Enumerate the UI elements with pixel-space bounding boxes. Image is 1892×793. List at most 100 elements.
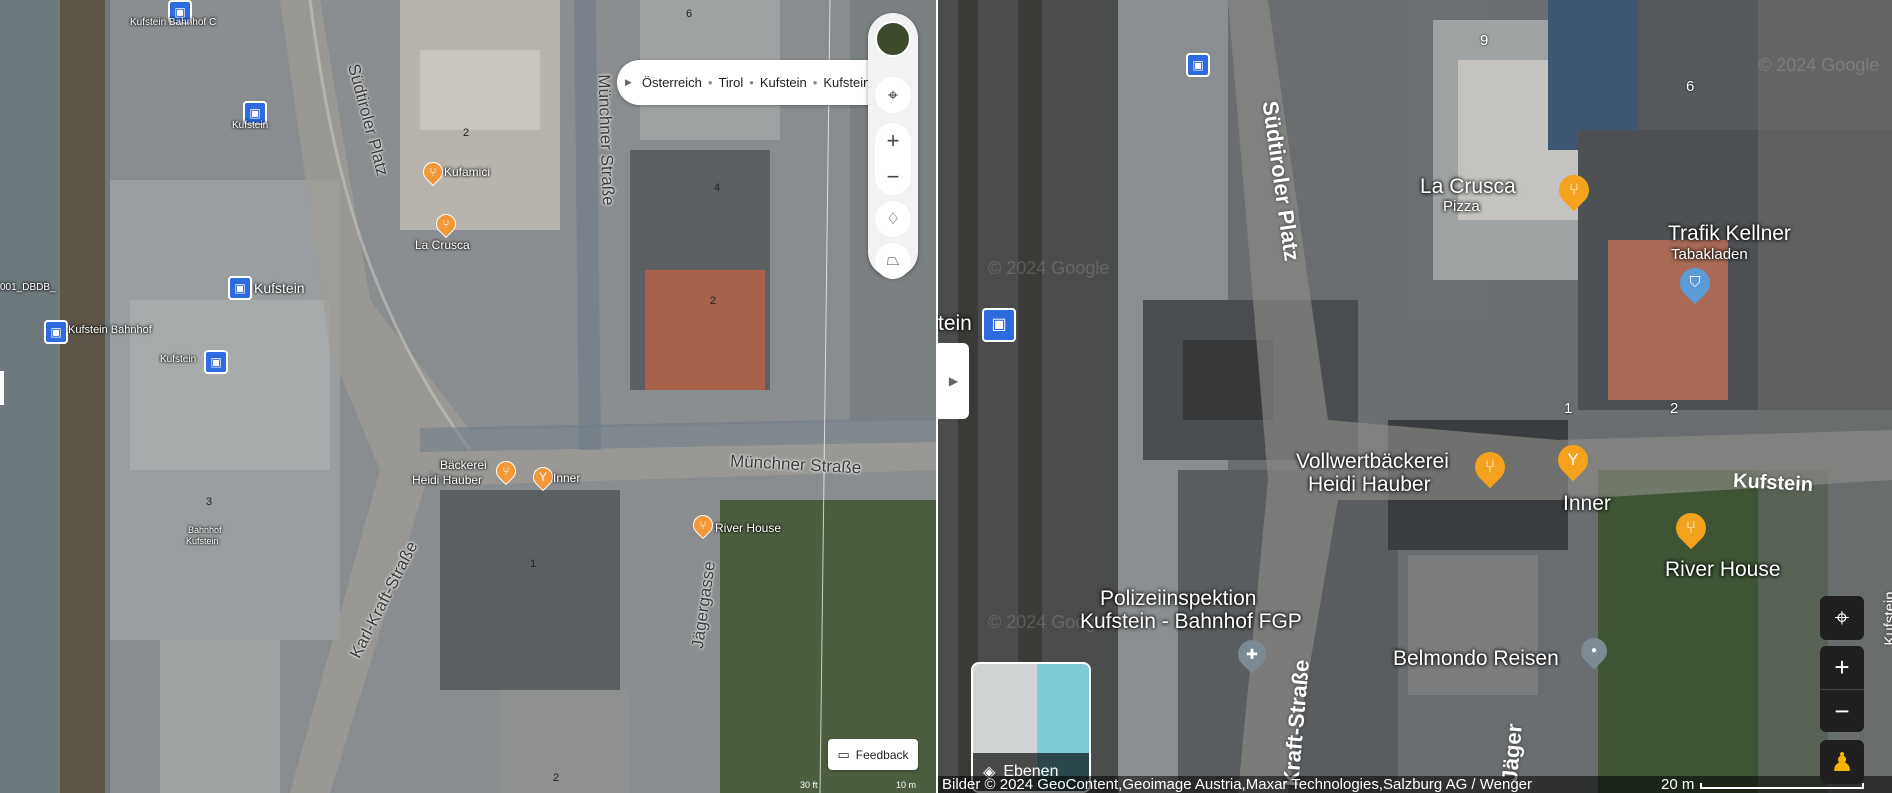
police-pin[interactable]: ✚ xyxy=(1232,634,1272,674)
breadcrumb-item-state[interactable]: Tirol xyxy=(718,75,743,90)
house-number: 6 xyxy=(1686,78,1695,95)
bus-stop-icon[interactable]: ▣ xyxy=(1186,53,1210,77)
breadcrumb-item-district[interactable]: Kufstein xyxy=(760,75,807,90)
restaurant-pin-vollwertbaeckerei[interactable]: ⑂ xyxy=(1468,445,1512,489)
breadcrumb-separator: • xyxy=(749,75,754,90)
poi-label-la-crusca[interactable]: La Crusca xyxy=(415,238,470,252)
street-view-pegman-button[interactable]: ♟ xyxy=(1820,740,1864,784)
train-station-icon[interactable]: ▣ xyxy=(44,320,68,344)
poi-label-heidi-hauber[interactable]: Heidi Hauber xyxy=(412,473,482,487)
my-location-button[interactable]: ⌖ xyxy=(1820,596,1864,640)
side-panel-handle[interactable] xyxy=(0,371,4,405)
map-watermark: © 2024 Google xyxy=(1758,55,1880,75)
house-number: 2 xyxy=(463,127,470,139)
poi-label-belmondo-reisen[interactable]: Belmondo Reisen xyxy=(1393,647,1559,671)
station-label-kufstein-platform[interactable]: Kufstein xyxy=(160,354,196,365)
zoom-controls: + − xyxy=(875,123,911,195)
pegman-icon: ♟ xyxy=(1830,746,1854,777)
compass-icon: ♢ xyxy=(885,211,901,228)
zoom-in-button[interactable]: + xyxy=(1820,646,1864,690)
compass-button[interactable]: ♢ xyxy=(875,201,911,237)
poi-label-inner[interactable]: Inner xyxy=(1563,492,1611,516)
bar-pin-inner[interactable]: Y xyxy=(1551,438,1595,482)
station-label-kufstein-train[interactable]: Kufstein xyxy=(254,280,305,296)
attribution-bar: Bilder © 2024 GeoContent,Geoimage Austri… xyxy=(938,776,1892,793)
crosshair-icon: ⌖ xyxy=(1834,602,1850,632)
feedback-label: Feedback xyxy=(855,747,909,762)
house-number: 1 xyxy=(1564,400,1573,417)
restaurant-pin-la-crusca[interactable]: ⑂ xyxy=(1552,168,1596,212)
restaurant-pin-river-house[interactable]: ⑂ xyxy=(1669,506,1713,550)
fork-knife-icon: ⑂ xyxy=(1685,518,1697,537)
edge-label: 001_DBDB_ xyxy=(0,282,56,293)
locate-button[interactable]: ⌖ xyxy=(875,77,911,113)
station-label-kufstein-small[interactable]: Kufstein xyxy=(186,536,219,546)
side-panel-expand-button[interactable]: ▶ xyxy=(938,343,969,419)
poi-sublabel-tabakladen: Tabakladen xyxy=(1671,246,1748,263)
fork-knife-icon: ⑂ xyxy=(429,165,437,179)
shopping-pin-trafik-kellner[interactable]: ⛉ xyxy=(1673,261,1717,305)
poi-label-kufamici[interactable]: Kufamici xyxy=(444,165,490,179)
attribution-text[interactable]: Bilder © 2024 GeoContent,Geoimage Austri… xyxy=(942,776,1532,793)
fork-knife-icon: ⑂ xyxy=(1484,457,1496,476)
breadcrumb: ▶ Österreich • Tirol • Kufstein • Kufste… xyxy=(617,60,907,105)
right-map-pane[interactable]: © 2024 Google © 2024 Google © 2024 Googl… xyxy=(938,0,1892,793)
poi-label-river-house[interactable]: River House xyxy=(1665,558,1781,582)
comment-icon: ▭ xyxy=(837,746,850,762)
breadcrumb-separator: • xyxy=(812,75,818,90)
minus-icon: − xyxy=(886,164,900,189)
house-number: 1 xyxy=(530,558,537,570)
house-number: 2 xyxy=(1670,400,1679,417)
poi-label-polizeiinspektion[interactable]: Polizeiinspektion xyxy=(1100,587,1256,611)
scale-label-left: 30 ft xyxy=(800,780,818,790)
zoom-out-button[interactable]: − xyxy=(1820,690,1864,732)
poi-label-baeckerei[interactable]: Bäckerei xyxy=(440,458,487,472)
breadcrumb-item-town[interactable]: Kufstein xyxy=(823,75,870,90)
train-station-icon[interactable]: ▣ xyxy=(204,350,228,374)
feedback-button[interactable]: ▭ Feedback xyxy=(828,739,918,770)
globe-button[interactable] xyxy=(875,21,911,57)
house-number: 4 xyxy=(714,182,721,194)
road-label-kufstein-horizontal: Kufstein xyxy=(1732,469,1814,497)
house-number: 2 xyxy=(553,772,560,784)
tilt-icon: ⏢ xyxy=(886,252,900,269)
house-number: 9 xyxy=(1480,32,1489,49)
poi-label-river-house[interactable]: River House xyxy=(715,521,781,535)
train-station-icon[interactable]: ▣ xyxy=(228,276,252,300)
house-number: 2 xyxy=(710,295,717,307)
fork-knife-icon: ⑂ xyxy=(442,217,450,231)
poi-label-vollwertbaeckerei[interactable]: Vollwertbäckerei xyxy=(1296,450,1449,474)
zoom-out-button[interactable]: − xyxy=(875,159,911,195)
breadcrumb-item-country[interactable]: Österreich xyxy=(642,75,702,90)
breadcrumb-toggle-icon[interactable]: ▶ xyxy=(625,77,632,88)
dot-icon: ● xyxy=(1590,645,1598,656)
zoom-in-button[interactable]: + xyxy=(875,123,911,159)
scale-label-right: 10 m xyxy=(896,780,917,790)
chevron-right-icon: ▶ xyxy=(948,374,959,388)
station-label-kufstein-bahnhof-c[interactable]: Kufstein Bahnhof C xyxy=(130,17,216,28)
station-label-partial[interactable]: tein xyxy=(938,312,972,336)
generic-pin-belmondo-reisen[interactable]: ● xyxy=(1575,632,1613,670)
police-badge-icon: ✚ xyxy=(1246,646,1258,662)
left-aerial-imagery xyxy=(0,0,938,793)
map-watermark: © 2024 Google xyxy=(988,258,1110,278)
cocktail-icon: Y xyxy=(538,470,547,484)
house-number: 3 xyxy=(206,496,213,508)
train-station-icon[interactable]: ▣ xyxy=(982,308,1016,342)
fork-knife-icon: ⑂ xyxy=(699,518,707,532)
layers-button[interactable]: ◈ Ebenen xyxy=(971,662,1091,793)
right-zoom-controls: + − xyxy=(1820,646,1864,732)
tilt-button[interactable]: ⏢ xyxy=(875,243,911,279)
road-label-kufstein-vertical: Kufstein xyxy=(1881,591,1892,646)
station-label-kufstein-bus[interactable]: Kufstein xyxy=(232,120,268,131)
map-controls-panel: ⌖ + − ♢ ⏢ xyxy=(868,13,918,279)
poi-label-trafik-kellner[interactable]: Trafik Kellner xyxy=(1668,222,1791,246)
house-number: 6 xyxy=(686,8,693,20)
poi-label-inner[interactable]: Inner xyxy=(553,471,580,485)
station-label-bahnhof[interactable]: Bahnhof xyxy=(188,525,222,535)
poi-sublabel-kufstein-bahnhof-fgp: Kufstein - Bahnhof FGP xyxy=(1080,610,1302,633)
fork-knife-icon: ⑂ xyxy=(502,464,510,478)
poi-label-la-crusca[interactable]: La Crusca xyxy=(1420,175,1516,199)
station-label-kufstein-bahnhof[interactable]: Kufstein Bahnhof xyxy=(68,324,152,336)
left-map-pane[interactable]: Südtiroler Platz Münchner Straße Münchne… xyxy=(0,0,938,793)
